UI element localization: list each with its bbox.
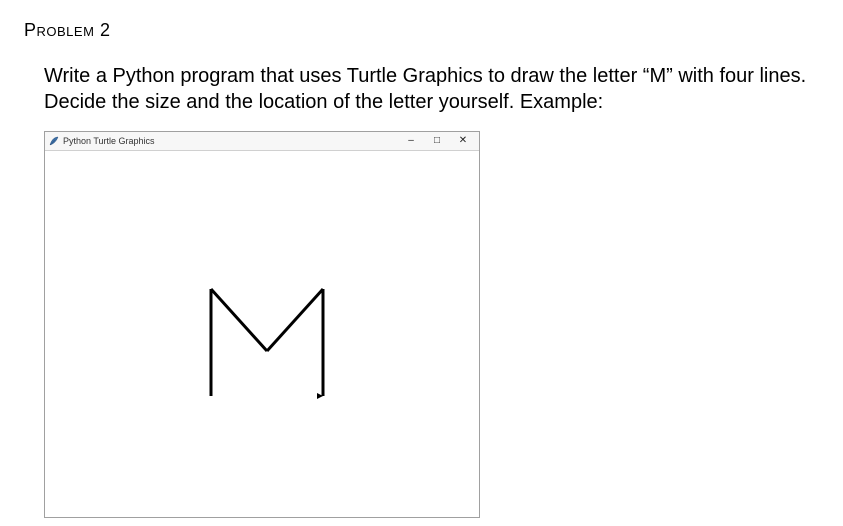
- feather-icon: [49, 136, 59, 146]
- window-controls: – □ ✕: [405, 135, 475, 147]
- window-titlebar: Python Turtle Graphics – □ ✕: [45, 132, 479, 151]
- problem-instruction: Write a Python program that uses Turtle …: [44, 63, 819, 115]
- maximize-button[interactable]: □: [431, 135, 443, 147]
- turtle-window: Python Turtle Graphics – □ ✕: [44, 131, 480, 518]
- problem-label: Problem: [24, 20, 94, 40]
- minimize-button[interactable]: –: [405, 135, 417, 147]
- problem-title: Problem 2: [24, 20, 819, 41]
- turtle-canvas: [45, 151, 479, 517]
- problem-number: 2: [100, 20, 111, 40]
- close-button[interactable]: ✕: [457, 135, 469, 147]
- window-title: Python Turtle Graphics: [63, 136, 405, 146]
- letter-m-drawing: [211, 289, 323, 396]
